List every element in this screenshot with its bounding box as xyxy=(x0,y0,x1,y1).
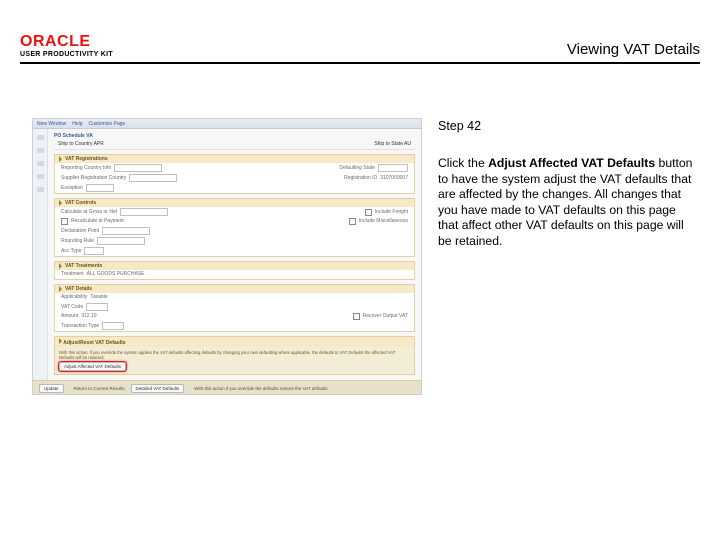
checkbox-icon xyxy=(353,313,360,320)
checkbox-icon xyxy=(349,218,356,225)
chevron-right-icon xyxy=(59,338,62,344)
section-label: VAT Details xyxy=(65,286,92,292)
instruction-text: Click the Adjust Affected VAT Defaults b… xyxy=(438,156,698,250)
section-note: With this action, if you override the sy… xyxy=(59,350,410,360)
field-label: Applicability xyxy=(61,294,87,301)
section-vat-registrations: VAT Registrations Reporting Country Info… xyxy=(54,154,415,194)
app-footer: Update Return to Current Results Detaile… xyxy=(33,380,421,395)
field-value: 3107000007 xyxy=(380,175,408,182)
field-value: ALL GOODS PURCHASE xyxy=(87,271,145,278)
field-label: Defaulting State xyxy=(339,165,375,172)
field-label: Recalculate at Payment xyxy=(71,218,124,225)
rail-icon xyxy=(37,174,44,179)
app-left-rail xyxy=(33,129,48,380)
section-vat-details: VAT Details ApplicabilityTaxable VAT Cod… xyxy=(54,284,415,332)
field-input xyxy=(378,164,408,172)
rail-icon xyxy=(37,148,44,153)
section-vat-controls: VAT Controls Calculate at Gross or Net I… xyxy=(54,198,415,257)
page-title: Viewing VAT Details xyxy=(567,41,700,58)
field-label: Transaction Type xyxy=(61,323,99,330)
field-input xyxy=(102,227,150,235)
section-label: Adjust/Reset VAT Defaults xyxy=(63,340,125,346)
field-label: Recover Output VAT xyxy=(363,313,408,320)
field-label: Registration ID xyxy=(344,175,377,182)
section-vat-treatments: VAT Treatments TreatmentALL GOODS PURCHA… xyxy=(54,261,415,280)
ship-to-country: Ship to Country APR xyxy=(58,141,104,147)
brand-block: ORACLE USER PRODUCTIVITY KIT xyxy=(20,34,113,58)
checkbox-icon xyxy=(365,209,372,216)
field-input xyxy=(86,303,108,311)
chevron-right-icon xyxy=(59,156,62,162)
footer-note: With this action if you override the def… xyxy=(194,386,415,391)
brand-logo-text: ORACLE xyxy=(20,34,113,51)
adjust-affected-vat-defaults-button[interactable]: Adjust Affected VAT Defaults xyxy=(59,362,126,371)
app-topbar: New Window Help Customize Page xyxy=(33,119,421,129)
field-value: 312.10 xyxy=(81,313,96,320)
app-main: PO Schedule VA Ship to Country APR Ship … xyxy=(48,129,421,380)
field-input xyxy=(97,237,145,245)
field-label: Declaration Point xyxy=(61,228,99,235)
footer-update-button: Update xyxy=(39,384,64,393)
field-input xyxy=(102,322,124,330)
brand-sub-text: USER PRODUCTIVITY KIT xyxy=(20,51,113,58)
field-value: Taxable xyxy=(90,294,107,301)
topbar-link: Help xyxy=(72,121,82,127)
section-label: VAT Registrations xyxy=(65,156,108,162)
section-label: VAT Controls xyxy=(65,200,96,206)
field-label: Exception xyxy=(61,185,83,192)
field-label: Rounding Rule xyxy=(61,238,94,245)
section-adjust-reset: Adjust/Reset VAT Defaults With this acti… xyxy=(54,336,415,375)
instructions-panel: Step 42 Click the Adjust Affected VAT De… xyxy=(438,118,698,250)
step-label: Step 42 xyxy=(438,118,698,134)
checkbox-icon xyxy=(61,218,68,225)
instruction-pre: Click the xyxy=(438,156,488,170)
rail-icon xyxy=(37,187,44,192)
topbar-link: Customize Page xyxy=(88,121,125,127)
field-label: Supplier Registration Country xyxy=(61,175,126,182)
field-input xyxy=(114,164,162,172)
field-label: VAT Code xyxy=(61,304,83,311)
ship-to-state: Ship to State AU xyxy=(374,141,411,147)
header: ORACLE USER PRODUCTIVITY KIT Viewing VAT… xyxy=(20,18,700,64)
field-input xyxy=(129,174,177,182)
chevron-right-icon xyxy=(59,200,62,206)
field-input xyxy=(120,208,168,216)
footer-link: Return to Current Results xyxy=(74,386,125,391)
topbar-link: New Window xyxy=(37,121,66,127)
field-input xyxy=(86,184,114,192)
footer-detailed-button: Detailed VAT Defaults xyxy=(131,384,185,393)
rail-icon xyxy=(37,135,44,140)
field-label: Include Miscellaneous xyxy=(359,218,408,225)
field-label: Include Freight xyxy=(375,209,408,216)
field-label: Calculate at Gross or Net xyxy=(61,209,117,216)
app-screenshot: New Window Help Customize Page PO Schedu… xyxy=(32,118,422,395)
instruction-bold: Adjust Affected VAT Defaults xyxy=(488,156,655,170)
field-label: Reporting Country Info xyxy=(61,165,111,172)
field-label: Acc Type xyxy=(61,248,81,255)
field-label: Treatment xyxy=(61,271,84,278)
chevron-right-icon xyxy=(59,263,62,269)
field-input xyxy=(84,247,104,255)
chevron-right-icon xyxy=(59,286,62,292)
rail-icon xyxy=(37,161,44,166)
field-label: Amount xyxy=(61,313,78,320)
section-label: VAT Treatments xyxy=(65,263,102,269)
